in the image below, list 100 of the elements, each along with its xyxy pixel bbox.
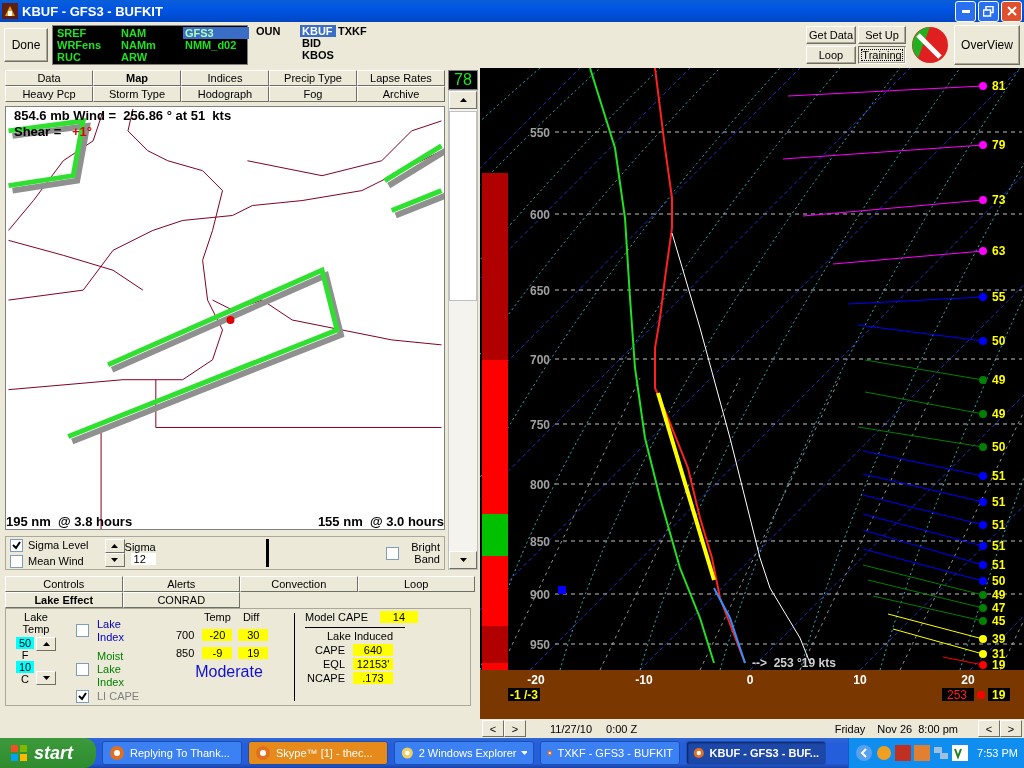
start-button[interactable]: start bbox=[0, 738, 96, 768]
checkbox[interactable] bbox=[10, 554, 23, 568]
spin-up-button[interactable] bbox=[104, 539, 125, 553]
tab[interactable]: Lake Effect bbox=[5, 592, 123, 608]
surface-speed-readout: 19 bbox=[988, 688, 1010, 702]
model-item[interactable]: RUC bbox=[55, 51, 105, 63]
taskbar-button[interactable]: Replying To Thank... bbox=[102, 741, 242, 765]
induced-label: EQL bbox=[322, 658, 345, 670]
surface-direction-readout: 253 bbox=[942, 688, 974, 702]
celsius-value: 10 bbox=[16, 661, 34, 673]
checkbox[interactable] bbox=[10, 538, 23, 552]
model-item[interactable]: NAM bbox=[119, 27, 169, 39]
model-item[interactable]: SREF bbox=[55, 27, 105, 39]
sigma-label: Sigma bbox=[124, 541, 156, 553]
tab[interactable]: Storm Type bbox=[93, 86, 181, 102]
taskbar-button[interactable]: KBUF - GFS3 - BUF... bbox=[686, 741, 826, 765]
spin-down-button[interactable] bbox=[36, 671, 56, 685]
app-icon bbox=[401, 745, 414, 761]
model-item[interactable]: WRFens bbox=[55, 39, 105, 51]
model-item[interactable]: NAMm bbox=[119, 39, 169, 51]
checkbox[interactable] bbox=[386, 546, 399, 560]
tab[interactable]: Hodograph bbox=[181, 86, 269, 102]
minimize-icon bbox=[961, 9, 970, 13]
down-arrow-icon bbox=[111, 558, 119, 562]
close-button[interactable] bbox=[1001, 0, 1022, 22]
checkbox[interactable] bbox=[76, 663, 89, 677]
previous-button[interactable]: < bbox=[978, 720, 1000, 737]
surface-wind-readout: --> 253 °19 kts bbox=[752, 656, 836, 670]
model-item[interactable]: NMM_d02 bbox=[183, 39, 249, 51]
pressure-label: 600 bbox=[530, 208, 551, 222]
option-label: Sigma Level bbox=[28, 539, 89, 551]
tab[interactable]: Alerts bbox=[122, 576, 240, 592]
next-button[interactable]: > bbox=[1000, 720, 1022, 737]
next-button[interactable]: > bbox=[504, 720, 526, 737]
checkbox[interactable] bbox=[76, 624, 89, 638]
lake-induced-title: Lake Induced bbox=[327, 630, 395, 642]
previous-button[interactable]: < bbox=[482, 720, 504, 737]
checkbox[interactable] bbox=[76, 689, 89, 703]
tab[interactable]: Map bbox=[93, 70, 181, 86]
tab[interactable]: Controls bbox=[5, 576, 123, 592]
valid-time: 0:00 Z bbox=[606, 722, 638, 735]
pressure-cell-text: 700 bbox=[175, 629, 196, 641]
close-icon bbox=[1006, 6, 1017, 16]
option-label: Bright Band bbox=[410, 541, 440, 565]
tab[interactable]: Indices bbox=[181, 70, 269, 86]
wind-speed-label: 19 bbox=[992, 658, 1006, 672]
tab[interactable]: Archive bbox=[357, 86, 445, 102]
scroll-thumb[interactable] bbox=[449, 111, 477, 301]
wind-speed-label: 51 bbox=[992, 495, 1006, 509]
toolbar-button[interactable]: Loop bbox=[806, 46, 856, 64]
wind-speed-label: 49 bbox=[992, 373, 1006, 387]
tab[interactable]: Heavy Pcp bbox=[5, 86, 93, 102]
chevron-icon bbox=[855, 744, 873, 762]
tab[interactable]: Lapse Rates bbox=[357, 70, 445, 86]
station-item[interactable]: OUN bbox=[254, 25, 300, 37]
up-arrow-icon bbox=[42, 642, 50, 646]
temp-cell: -9 bbox=[202, 647, 233, 659]
induced-value: 640 bbox=[353, 644, 393, 656]
station-item[interactable]: KBOS bbox=[300, 49, 336, 61]
spin-up-button[interactable] bbox=[36, 637, 56, 651]
tab[interactable]: Loop bbox=[357, 576, 475, 592]
fahrenheit-value: 50 bbox=[16, 637, 34, 649]
app-icon bbox=[255, 745, 271, 761]
network-icon bbox=[933, 745, 949, 761]
tab[interactable]: Convection bbox=[240, 576, 358, 592]
frame-counter: 78 bbox=[448, 70, 478, 90]
toolbar-button[interactable]: Set Up bbox=[858, 26, 906, 44]
app-icon bbox=[2, 3, 18, 19]
wind-speed-label: 63 bbox=[992, 244, 1006, 258]
toolbar-button[interactable]: Training bbox=[858, 46, 906, 64]
minimize-button[interactable] bbox=[955, 0, 976, 22]
pressure-label: 900 bbox=[530, 588, 551, 602]
taskbar-button[interactable]: TXKF - GFS3 - BUFKIT bbox=[540, 741, 680, 765]
station-item[interactable]: KBUF bbox=[300, 25, 336, 37]
model-item[interactable]: GFS3 bbox=[183, 27, 249, 39]
tab[interactable]: Precip Type bbox=[269, 70, 357, 86]
pressure-cell-text: 850 bbox=[175, 647, 196, 659]
temperature-label: 0 bbox=[746, 673, 754, 687]
wind-speed-label: 79 bbox=[992, 138, 1006, 152]
taskbar-button[interactable]: 2 Windows Explorer bbox=[394, 741, 534, 765]
tab[interactable]: Data bbox=[5, 70, 93, 86]
wind-speed-label: 31 bbox=[992, 647, 1006, 661]
spin-down-button[interactable] bbox=[104, 553, 125, 567]
sigma-field[interactable]: 12 bbox=[130, 553, 156, 565]
station-item[interactable]: TXKF bbox=[336, 25, 372, 37]
pressure-label: 750 bbox=[530, 418, 551, 432]
wind-speed-label: 51 bbox=[992, 518, 1006, 532]
model-item[interactable]: ARW bbox=[119, 51, 169, 63]
tab[interactable]: Fog bbox=[269, 86, 357, 102]
overview-button[interactable]: OverView bbox=[954, 25, 1020, 65]
toolbar-button[interactable]: Get Data bbox=[806, 26, 856, 44]
scroll-up-button[interactable] bbox=[449, 91, 477, 109]
station-item[interactable]: BID bbox=[300, 37, 336, 49]
done-button[interactable]: Done bbox=[4, 28, 48, 62]
logo-icon bbox=[910, 25, 950, 65]
restore-button[interactable] bbox=[978, 0, 999, 22]
tab[interactable]: CONRAD bbox=[122, 592, 240, 608]
pressure-label: 800 bbox=[530, 478, 551, 492]
scroll-down-button[interactable] bbox=[449, 551, 477, 569]
option-label: Mean Wind bbox=[28, 555, 84, 567]
